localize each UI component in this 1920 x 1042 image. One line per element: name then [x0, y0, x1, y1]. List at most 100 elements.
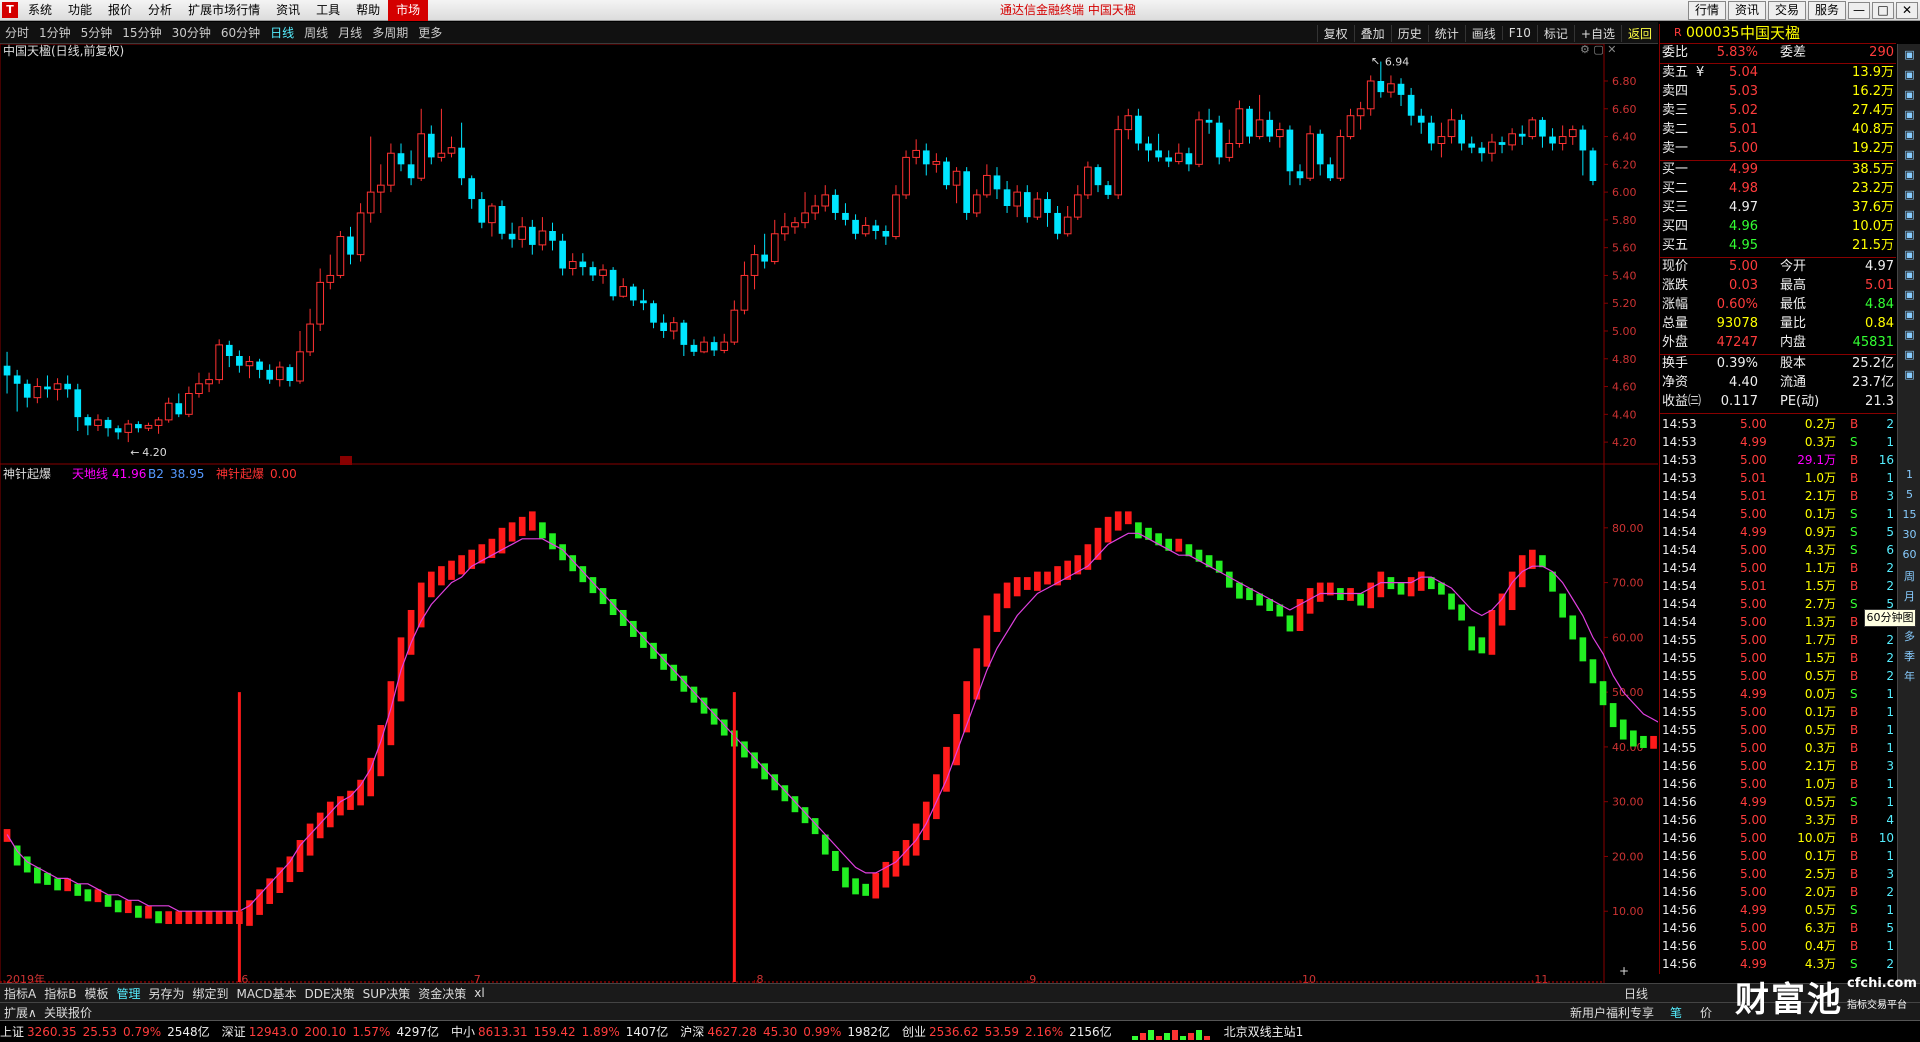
ask-price: 5.04 — [1729, 65, 1758, 80]
top-button[interactable]: 资讯 — [1727, 1, 1766, 20]
period-tab[interactable]: 更多 — [413, 24, 447, 41]
period-tab[interactable]: 分时 — [0, 24, 34, 41]
bi-tab[interactable]: 笔 — [1670, 1004, 1682, 1021]
tool-button[interactable]: 返回 — [1620, 24, 1658, 42]
jia-tab[interactable]: 价 — [1700, 1004, 1712, 1021]
period-tab[interactable]: 月线 — [333, 24, 367, 41]
stat-value: 5.00 — [1729, 259, 1758, 274]
close-icon[interactable]: ✕ — [1896, 2, 1918, 19]
nav-icon-3[interactable]: ▣ — [1898, 88, 1920, 102]
newuser-link[interactable]: 新用户福利专享 — [1570, 1004, 1654, 1021]
menu-item[interactable]: 功能 — [60, 0, 100, 21]
menu-item[interactable]: 市场 — [388, 0, 429, 21]
nav-icon-11[interactable]: ▣ — [1898, 248, 1920, 262]
sidebar-period[interactable]: 15 — [1898, 508, 1920, 521]
nav-icon-17[interactable]: ▣ — [1898, 368, 1920, 382]
chart-settings-icon[interactable]: ⚙ ▢ ✕ — [1580, 44, 1616, 56]
maximize-icon[interactable]: □ — [1872, 2, 1894, 19]
indicator-tab[interactable]: DDE决策 — [301, 985, 359, 1002]
period-tab[interactable]: 日线 — [265, 24, 299, 41]
indicator-tab[interactable]: 另存为 — [144, 985, 188, 1002]
period-tab[interactable]: 多周期 — [367, 24, 413, 41]
kline-chart[interactable]: 中国天楹(日线,前复权) ⚙ ▢ ✕ 6.80 6.60 6.40 6.20 6.00 5.8… — [0, 44, 1658, 985]
top-button[interactable]: 服务 — [1807, 1, 1846, 20]
tick-row: 14:54 5.01 2.1万 B 3 — [1660, 487, 1896, 505]
menu-item[interactable]: 报价 — [100, 0, 140, 21]
extension-button[interactable]: 扩展∧ — [4, 1004, 37, 1021]
stat-value: 4.97 — [1865, 259, 1894, 274]
indicator-tab[interactable]: SUP决策 — [359, 985, 415, 1002]
index-item[interactable]: 上证 3260.35 25.53 0.79% 2548亿 — [0, 1023, 210, 1040]
indicator-tab[interactable]: xl — [470, 986, 488, 1000]
sidebar-period[interactable]: 季 — [1898, 648, 1920, 664]
nav-icon-6[interactable]: ▣ — [1898, 148, 1920, 162]
sidebar-period[interactable]: 年 — [1898, 668, 1920, 684]
nav-icon-7[interactable]: ▣ — [1898, 168, 1920, 182]
tool-button[interactable]: 历史 — [1390, 24, 1428, 42]
menu-item[interactable]: 扩展市场行情 — [180, 0, 268, 21]
nav-icon-15[interactable]: ▣ — [1898, 328, 1920, 342]
indicator-tab[interactable]: MACD基本 — [233, 985, 301, 1002]
tool-button[interactable]: 画线 — [1464, 24, 1502, 42]
sidebar-period[interactable]: 月 — [1898, 588, 1920, 604]
tool-button[interactable]: 复权 — [1316, 24, 1354, 42]
menu-item[interactable]: 系统 — [20, 0, 60, 21]
candle-body — [1306, 133, 1314, 179]
sidebar-period[interactable]: 30 — [1898, 528, 1920, 541]
tick-time: 14:55 — [1662, 651, 1697, 665]
menu-item[interactable]: 分析 — [140, 0, 180, 21]
tool-button[interactable]: 叠加 — [1353, 24, 1391, 42]
indicator-bar — [872, 872, 880, 899]
tool-button[interactable]: +自选 — [1573, 24, 1621, 42]
nav-icon-1[interactable]: ▣ — [1898, 48, 1920, 62]
menu-item[interactable]: 资讯 — [268, 0, 308, 21]
indicator-tab[interactable]: 指标B — [40, 985, 80, 1002]
period-tab[interactable]: 周线 — [299, 24, 333, 41]
nav-icon-16[interactable]: ▣ — [1898, 348, 1920, 362]
period-tab[interactable]: 1分钟 — [34, 24, 76, 41]
server-station[interactable]: 北京双线主站1 — [1224, 1023, 1304, 1040]
tool-button[interactable]: F10 — [1501, 26, 1537, 40]
nav-icon-14[interactable]: ▣ — [1898, 308, 1920, 322]
candle-body — [518, 226, 527, 240]
nav-icon-10[interactable]: ▣ — [1898, 228, 1920, 242]
sidebar-period[interactable]: 60 — [1898, 548, 1920, 561]
sidebar-period[interactable]: 多 — [1898, 628, 1920, 644]
index-item[interactable]: 创业 2536.62 53.59 2.16% 2156亿 — [902, 1023, 1112, 1040]
tick-time: 14:56 — [1662, 759, 1697, 773]
indicator-tab[interactable]: 模板 — [80, 985, 112, 1002]
indicator-tab[interactable]: 资金决策 — [414, 985, 470, 1002]
sidebar-period[interactable]: 周 — [1898, 568, 1920, 584]
menu-item[interactable]: 帮助 — [348, 0, 388, 21]
period-tab[interactable]: 15分钟 — [117, 24, 166, 41]
sidebar-period[interactable]: 1 — [1898, 468, 1920, 481]
nav-icon-9[interactable]: ▣ — [1898, 208, 1920, 222]
nav-icon-13[interactable]: ▣ — [1898, 288, 1920, 302]
nav-icon-4[interactable]: ▣ — [1898, 108, 1920, 122]
tool-button[interactable]: 标记 — [1536, 24, 1574, 42]
indicator-tab[interactable]: 绑定到 — [189, 985, 233, 1002]
candle-body — [1478, 147, 1486, 154]
index-item[interactable]: 沪深 4627.28 45.30 0.99% 1982亿 — [680, 1023, 890, 1040]
top-button[interactable]: 交易 — [1767, 1, 1806, 20]
nav-icon-12[interactable]: ▣ — [1898, 268, 1920, 282]
minimize-icon[interactable]: — — [1848, 2, 1870, 19]
nav-icon-5[interactable]: ▣ — [1898, 128, 1920, 142]
nav-icon-8[interactable]: ▣ — [1898, 188, 1920, 202]
nav-icon-2[interactable]: ▣ — [1898, 68, 1920, 82]
tick-side: B — [1850, 921, 1859, 935]
index-pct: 1.89% — [581, 1025, 620, 1039]
period-tab[interactable]: 5分钟 — [76, 24, 118, 41]
tool-button[interactable]: 统计 — [1427, 24, 1465, 42]
indicator-tab[interactable]: 指标A — [0, 985, 40, 1002]
period-tab[interactable]: 30分钟 — [167, 24, 216, 41]
menu-item[interactable]: 工具 — [308, 0, 348, 21]
index-item[interactable]: 中小 8613.31 159.42 1.89% 1407亿 — [451, 1023, 668, 1040]
period-tab[interactable]: 60分钟 — [216, 24, 265, 41]
top-button[interactable]: 行情 — [1687, 1, 1726, 20]
related-quote-button[interactable]: 关联报价 — [44, 1004, 92, 1021]
zoom-in-icon[interactable]: + — [1615, 964, 1633, 978]
sidebar-period[interactable]: 5 — [1898, 488, 1920, 501]
index-item[interactable]: 深证 12943.0 200.10 1.57% 4297亿 — [222, 1023, 439, 1040]
indicator-tab[interactable]: 管理 — [112, 985, 144, 1002]
